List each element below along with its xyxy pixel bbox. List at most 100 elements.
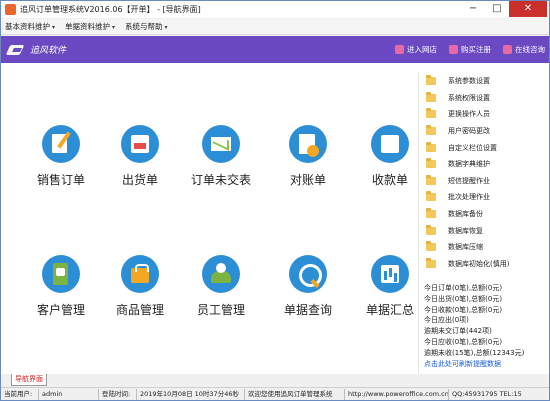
side-item-switch-operator[interactable]: 更换操作人员	[419, 106, 549, 123]
statement-icon	[289, 125, 327, 163]
header-links: 进入网店 购买注册 在线咨询	[383, 36, 545, 63]
current-user-label: 当前用户:	[1, 388, 39, 400]
contact-info: QQ:45931795 TEL:15	[452, 389, 522, 398]
tile-undelivered-report[interactable]: 订单未交表	[181, 125, 261, 188]
side-item-data-dictionary[interactable]: 数据字典维护	[419, 156, 549, 173]
app-window: 追风订单管理系统V2016.06【开单】 - [导航界面] − □ ✕ 基本资料…	[0, 0, 550, 401]
customer-icon	[42, 255, 80, 293]
side-item-label: 系统权限设置	[448, 93, 490, 102]
website-link[interactable]: http://www.poweroffice.com.cn	[345, 388, 449, 400]
side-item-change-password[interactable]: 用户密码更改	[419, 123, 549, 140]
stat-line: 今日应出(0项)	[424, 316, 469, 325]
tile-customer[interactable]: 客户管理	[21, 255, 101, 318]
sales-order-icon	[42, 125, 80, 163]
tile-product[interactable]: 商品管理	[100, 255, 180, 318]
close-button[interactable]: ✕	[509, 1, 547, 17]
maximize-button[interactable]: □	[485, 1, 509, 17]
staff-icon	[202, 255, 240, 293]
tile-label: 销售订单	[36, 173, 85, 187]
document-summary-icon	[371, 255, 409, 293]
side-item-sms-reminder[interactable]: 短信提醒作业	[419, 173, 549, 190]
stat-line: 逾期未收(15笔),总额(12343元)	[424, 348, 525, 357]
side-item-batch-process[interactable]: 批次处理作业	[419, 189, 549, 206]
cart-icon	[449, 45, 458, 54]
shipment-icon	[121, 125, 159, 163]
menu-basic-data-label: 基本资料维护	[5, 22, 50, 31]
side-item-label: 用户密码更改	[448, 127, 490, 136]
stat-line: 今日订单(0笔),总额(0元)	[424, 284, 503, 292]
login-time-value: 2019年10月08日 10时37分46秒	[137, 388, 245, 400]
chevron-down-icon: ▾	[112, 24, 116, 31]
login-time-label: 登陆时间:	[99, 388, 137, 400]
folder-icon	[426, 174, 436, 185]
navigation-area: 销售订单 出货单 订单未交表 对账单 收款单 客户管理 商品管理 员工管理 单据…	[1, 63, 549, 374]
stat-line: 今日应收(0笔),总额(0元)	[424, 337, 503, 346]
side-item-system-params[interactable]: 系统参数设置	[419, 73, 549, 90]
stat-line: 逾期未交订单(442项)	[424, 327, 492, 336]
tab-strip: 导航界面	[1, 374, 549, 386]
window-title: 追风订单管理系统V2016.06【开单】 - [导航界面]	[20, 5, 201, 14]
online-consult-label: 在线咨询	[515, 45, 545, 54]
stat-line: 今日收款(0笔),总额(0元)	[424, 305, 503, 314]
tile-label: 商品管理	[115, 303, 164, 317]
menu-system-help-label: 系统与帮助	[125, 22, 163, 31]
side-item-label: 更换操作人员	[448, 110, 490, 119]
menu-basic-data[interactable]: 基本资料维护 ▾	[1, 21, 61, 32]
side-item-label: 短信提醒作业	[448, 176, 490, 185]
side-item-label: 数据字典维护	[448, 160, 490, 169]
minimize-button[interactable]: −	[461, 1, 485, 17]
tile-shipment[interactable]: 出货单	[100, 125, 180, 188]
side-item-permissions[interactable]: 系统权限设置	[419, 90, 549, 107]
side-item-db-backup[interactable]: 数据库备份	[419, 206, 549, 223]
chat-icon	[503, 45, 512, 54]
folder-icon	[426, 224, 436, 235]
side-item-label: 批次处理作业	[448, 193, 490, 202]
app-icon	[5, 4, 16, 15]
undelivered-report-icon	[202, 125, 240, 163]
side-item-db-restore[interactable]: 数据库恢复	[419, 222, 549, 239]
menu-document-data-label: 单据资料维护	[65, 22, 111, 31]
folder-icon	[426, 75, 436, 86]
side-item-label: 数据库恢复	[448, 226, 483, 235]
chevron-down-icon: ▾	[52, 24, 56, 31]
menu-system-help[interactable]: 系统与帮助 ▾	[121, 21, 174, 32]
stat-line: 今日出货(0笔),总额(0元)	[424, 294, 503, 303]
tile-label: 客户管理	[36, 303, 85, 317]
side-item-label: 数据库压缩	[448, 243, 483, 252]
reminder-stats: 今日订单(0笔),总额(0元) 今日出货(0笔),总额(0元) 今日收款(0笔)…	[419, 283, 549, 370]
tile-document-query[interactable]: 单据查询	[268, 255, 348, 318]
welcome-text: 欢迎您使用追风订单管理系统	[245, 388, 345, 400]
tile-label: 订单未交表	[190, 173, 251, 187]
shop-icon	[395, 45, 404, 54]
brand-name: 追风软件	[30, 46, 67, 56]
folder-icon	[426, 241, 436, 252]
folder-icon	[426, 91, 436, 102]
refresh-reminder-link[interactable]: 点击此处可刷新提醒数据	[419, 359, 549, 370]
side-item-label: 数据库初始化(慎用)	[448, 259, 510, 268]
side-item-label: 系统参数设置	[448, 77, 490, 86]
system-menu: 系统参数设置 系统权限设置 更换操作人员 用户密码更改 自定义栏位设置 数据字典…	[419, 73, 549, 272]
enter-shop-link[interactable]: 进入网店	[395, 44, 437, 55]
side-item-custom-fields[interactable]: 自定义栏位设置	[419, 139, 549, 156]
side-item-db-init[interactable]: 数据库初始化(慎用)	[419, 256, 549, 273]
buy-register-label: 购买注册	[461, 45, 491, 54]
menu-document-data[interactable]: 单据资料维护 ▾	[61, 21, 121, 32]
side-item-label: 数据库备份	[448, 210, 483, 219]
tile-label: 单据查询	[283, 303, 332, 317]
folder-icon	[426, 257, 436, 268]
folder-icon	[426, 125, 436, 136]
title-bar: 追风订单管理系统V2016.06【开单】 - [导航界面] − □ ✕	[1, 1, 549, 18]
online-consult-link[interactable]: 在线咨询	[503, 44, 545, 55]
tile-sales-order[interactable]: 销售订单	[21, 125, 101, 188]
tab-navigation[interactable]: 导航界面	[11, 374, 47, 386]
enter-shop-label: 进入网店	[407, 45, 437, 54]
chevron-down-icon: ▾	[164, 24, 168, 31]
tile-statement[interactable]: 对账单	[268, 125, 348, 188]
tile-staff[interactable]: 员工管理	[181, 255, 261, 318]
folder-icon	[426, 191, 436, 202]
folder-icon	[426, 141, 436, 152]
brand-logo-icon	[8, 43, 26, 57]
side-item-db-compress[interactable]: 数据库压缩	[419, 239, 549, 256]
buy-register-link[interactable]: 购买注册	[449, 44, 491, 55]
tile-label: 员工管理	[196, 303, 245, 317]
